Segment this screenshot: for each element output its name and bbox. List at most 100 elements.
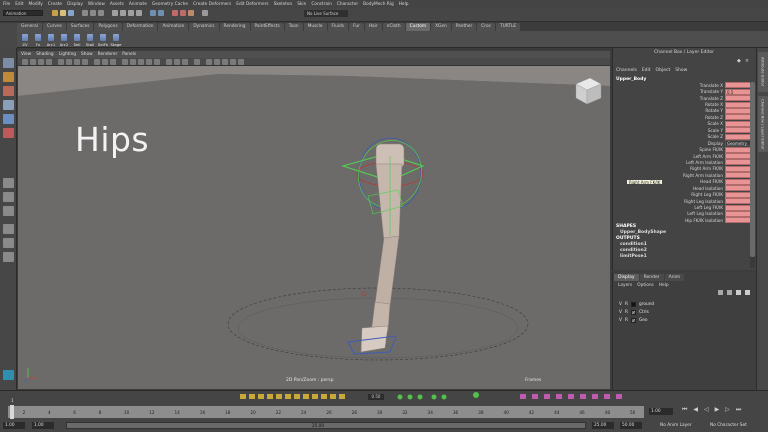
attribute-value-field[interactable] xyxy=(725,165,751,172)
layer-name[interactable]: Ctrls xyxy=(639,310,649,315)
attribute-value-field[interactable] xyxy=(725,185,751,192)
new-layer-selected-icon[interactable] xyxy=(745,290,750,295)
viewport-menu-lighting[interactable]: Lighting xyxy=(59,52,76,57)
paint-select-icon[interactable] xyxy=(3,86,14,96)
play-back-icon[interactable]: ◁ xyxy=(704,406,709,414)
attribute-value-field[interactable] xyxy=(725,146,751,153)
viewport-menu-panels[interactable]: Panels xyxy=(122,52,136,57)
select-hierarchy-icon[interactable] xyxy=(82,10,88,16)
attribute-value-field[interactable] xyxy=(725,191,751,198)
layer-color-swatch[interactable] xyxy=(630,301,636,307)
menu-skeleton[interactable]: Skeleton xyxy=(274,2,293,7)
attribute-value-field[interactable] xyxy=(725,133,751,140)
shelf-button-sell[interactable]: Sell xyxy=(71,31,83,47)
select-object-icon[interactable] xyxy=(90,10,96,16)
layer-playback-toggle[interactable]: R xyxy=(625,310,628,315)
menu-edit[interactable]: Edit xyxy=(15,2,23,7)
layer-row-geo[interactable]: V R Geo xyxy=(616,316,752,324)
shelf-tab-rendering[interactable]: Rendering xyxy=(219,23,250,31)
menu-constrain[interactable]: Constrain xyxy=(311,2,332,7)
playback-end-field[interactable]: 25.00 xyxy=(592,422,614,429)
shelf-tab-hair[interactable]: Hair xyxy=(364,23,382,31)
side-tab-channel-box[interactable]: Channel Box / Layer Editor xyxy=(758,96,768,152)
attribute-value-field[interactable]: Geometry xyxy=(725,140,751,147)
menu-character[interactable]: Character xyxy=(337,2,358,7)
backface-icon[interactable] xyxy=(230,59,236,65)
shelf-tab-croc[interactable]: Croc xyxy=(477,23,495,31)
graph-tool-icons[interactable] xyxy=(397,392,480,400)
ipr-render-icon[interactable] xyxy=(180,10,186,16)
select-tool-icon[interactable] xyxy=(3,58,14,68)
shelf-tab-deformation[interactable]: Deformation xyxy=(122,23,158,31)
attribute-value-field[interactable] xyxy=(725,101,751,108)
field-chart-icon[interactable] xyxy=(94,59,100,65)
save-scene-icon[interactable] xyxy=(68,10,74,16)
layout-two-icon[interactable] xyxy=(3,206,14,216)
layer-visibility-toggle[interactable]: V xyxy=(619,302,622,307)
smooth-shade-icon[interactable] xyxy=(130,59,136,65)
layout-four-icon[interactable] xyxy=(3,192,14,202)
layer-menu-help[interactable]: Help xyxy=(659,283,669,288)
character-set-select[interactable]: No Character Set xyxy=(710,423,747,428)
curve-tool-icons[interactable] xyxy=(520,394,622,399)
scale-tool-icon[interactable] xyxy=(3,128,14,138)
viewport-menu-renderer[interactable]: Renderer xyxy=(98,52,118,57)
layout-outliner-icon[interactable] xyxy=(3,224,14,234)
layer-up-icon[interactable] xyxy=(718,290,723,295)
shelf-tab-turtle[interactable]: TURTLE xyxy=(495,23,521,31)
layout-graph-icon[interactable] xyxy=(3,238,14,248)
camera-select-icon[interactable] xyxy=(22,59,28,65)
shelf-tab-muscle[interactable]: Muscle xyxy=(303,23,327,31)
viewport-menu-show[interactable]: Show xyxy=(81,52,93,57)
layer-playback-toggle[interactable]: R xyxy=(625,318,628,323)
lights-icon[interactable] xyxy=(154,59,160,65)
xray-joints-icon[interactable] xyxy=(222,59,228,65)
construction-history-icon[interactable] xyxy=(158,10,164,16)
gate-mask-icon[interactable] xyxy=(82,59,88,65)
attribute-value-field[interactable] xyxy=(725,159,751,166)
panel-close-icon[interactable]: × xyxy=(745,58,749,64)
channel-menu-channels[interactable]: Channels xyxy=(616,68,637,73)
output-node[interactable]: limitPose1 xyxy=(616,254,752,260)
menu-file[interactable]: File xyxy=(3,2,10,7)
viewport-menu-view[interactable]: View xyxy=(21,52,31,57)
menu-edit-deformers[interactable]: Edit Deformers xyxy=(236,2,268,7)
isolate-select-icon[interactable] xyxy=(206,59,212,65)
shelf-tab-general[interactable]: General xyxy=(17,23,42,31)
layer-tab-render[interactable]: Render xyxy=(639,274,664,281)
attribute-value-field[interactable] xyxy=(725,217,751,224)
pin-icon[interactable]: ◆ xyxy=(737,58,741,64)
menu-display[interactable]: Display xyxy=(67,2,83,7)
menu-assets[interactable]: Assets xyxy=(110,2,124,7)
attribute-value-field[interactable] xyxy=(725,153,751,160)
open-scene-icon[interactable] xyxy=(60,10,66,16)
attribute-value-field[interactable] xyxy=(725,82,751,89)
safe-action-icon[interactable] xyxy=(102,59,108,65)
shelf-tab-panther[interactable]: Panther xyxy=(451,23,477,31)
key-tangent-icons[interactable] xyxy=(240,394,345,399)
attribute-value-field[interactable] xyxy=(725,198,751,205)
shelf-tab-polygons[interactable]: Polygons xyxy=(94,23,122,31)
layer-name[interactable]: Geo xyxy=(639,318,648,323)
snap-curve-icon[interactable] xyxy=(120,10,126,16)
new-scene-icon[interactable] xyxy=(52,10,58,16)
menu-animate[interactable]: Animate xyxy=(129,2,147,7)
shelf-tab-curves[interactable]: Curves xyxy=(42,23,66,31)
color-space-icon[interactable] xyxy=(238,59,244,65)
shelf-tab-toon[interactable]: Toon xyxy=(284,23,303,31)
history-icon[interactable] xyxy=(150,10,156,16)
channel-menu-edit[interactable]: Edit xyxy=(642,68,651,73)
attribute-value-field[interactable] xyxy=(725,204,751,211)
playback-start-field[interactable]: 1.00 xyxy=(32,422,54,429)
attribute-value-field[interactable] xyxy=(725,114,751,121)
layout-hypershade-icon[interactable] xyxy=(3,252,14,262)
attribute-value-field[interactable] xyxy=(725,172,751,179)
camera-attr-icon[interactable] xyxy=(30,59,36,65)
side-tab-attribute-editor[interactable]: Attribute Editor xyxy=(758,52,768,92)
shadows-icon[interactable] xyxy=(166,59,172,65)
current-frame-marker[interactable] xyxy=(10,405,14,419)
shelf-tab-surfaces[interactable]: Surfaces xyxy=(66,23,94,31)
shelf-button-selfk[interactable]: SelFk xyxy=(97,31,109,47)
menu-geometry-cache[interactable]: Geometry Cache xyxy=(152,2,188,7)
shelf-tab-animation[interactable]: Animation xyxy=(158,23,189,31)
